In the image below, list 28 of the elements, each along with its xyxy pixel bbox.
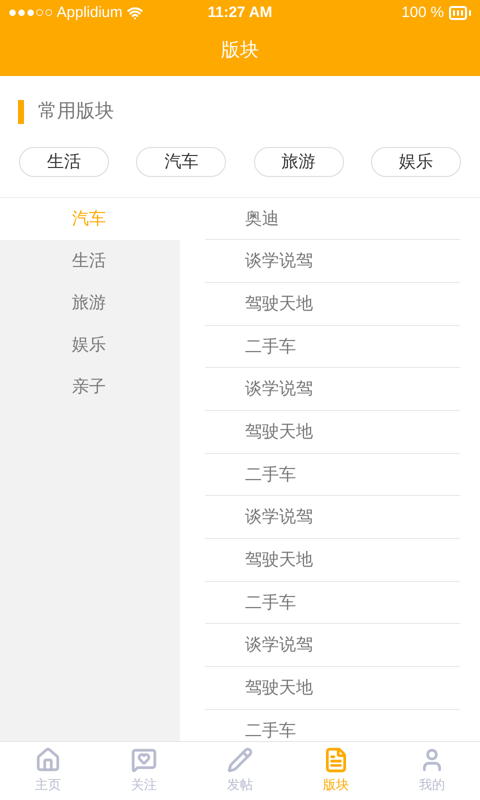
board-item[interactable]: 驾驶天地 — [245, 675, 313, 701]
wifi-icon — [126, 5, 143, 21]
board-item[interactable]: 驾驶天地 — [245, 290, 313, 316]
battery-text: 100 % — [401, 2, 444, 23]
board-item[interactable]: 二手车 — [245, 462, 296, 488]
board-chip[interactable]: 娱乐 — [370, 146, 461, 176]
page-title: 版块 — [221, 38, 259, 63]
board-item[interactable]: 二手车 — [245, 718, 296, 741]
board-item[interactable]: 谈学说驾 — [245, 504, 313, 530]
board-item[interactable]: 驾驶天地 — [245, 547, 313, 573]
board-chip[interactable]: 汽车 — [136, 146, 226, 176]
board-chip[interactable]: 旅游 — [254, 146, 344, 176]
board-item[interactable]: 驾驶天地 — [245, 419, 313, 445]
board-item[interactable]: 二手车 — [245, 334, 296, 360]
document-icon — [323, 747, 349, 774]
board-item[interactable]: 谈学说驾 — [245, 248, 313, 274]
heart-message-icon — [131, 747, 157, 774]
board-item[interactable]: 二手车 — [245, 590, 296, 616]
board-chip[interactable]: 生活 — [19, 146, 109, 176]
clock-text: 11:27 AM — [208, 2, 272, 23]
accent-bar — [18, 100, 24, 124]
pencil-icon — [227, 747, 253, 774]
home-icon — [35, 747, 61, 774]
board-item[interactable]: 奥迪 — [245, 206, 279, 232]
board-item[interactable]: 谈学说驾 — [245, 376, 313, 402]
carrier-text: ●●●○○ Applidium — [8, 2, 123, 23]
board-item[interactable]: 谈学说驾 — [245, 632, 313, 658]
section-title: 常用版块 — [38, 100, 114, 124]
